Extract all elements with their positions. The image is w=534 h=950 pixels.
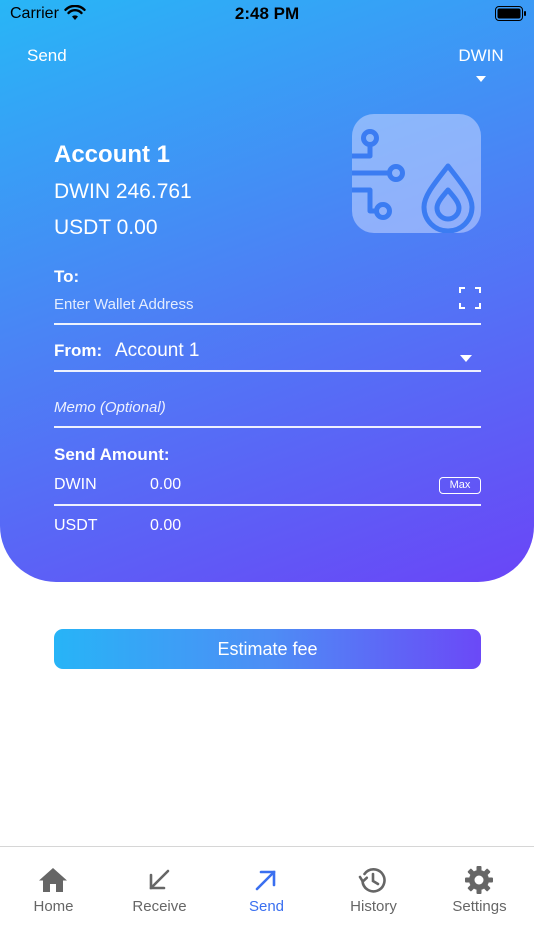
to-label: To: (54, 267, 80, 286)
send-arrow-icon (255, 870, 276, 891)
estimate-fee-button[interactable]: Estimate fee (54, 629, 481, 669)
currency-selector[interactable]: DWIN (452, 46, 510, 86)
account-name: Account 1 (54, 141, 171, 168)
tab-label: History (350, 898, 397, 915)
max-button[interactable]: Max (439, 477, 481, 494)
send-amount-label: Send Amount: (54, 445, 170, 464)
page-title: Send (27, 46, 67, 65)
tab-label: Receive (132, 898, 187, 915)
chevron-down-icon[interactable] (460, 355, 472, 362)
from-label: From: (54, 341, 103, 360)
tab-history[interactable]: History (320, 847, 427, 927)
from-underline (54, 370, 481, 372)
receive-arrow-icon (149, 869, 170, 890)
amount-currency-dwin: DWIN (54, 476, 97, 493)
tab-label: Settings (452, 898, 507, 915)
tab-home[interactable]: Home (0, 847, 107, 927)
gear-icon (465, 866, 493, 894)
tab-label: Home (33, 898, 74, 915)
history-icon (358, 868, 386, 893)
circuit-drop-icon (349, 129, 475, 234)
chevron-down-icon (476, 76, 486, 82)
status-bar: Carrier 2:48 PM (0, 0, 534, 28)
currency-label: DWIN (458, 46, 504, 65)
to-underline (54, 323, 481, 325)
amount-value-usdt: 0.00 (150, 517, 182, 534)
usdt-balance: USDT 0.00 (54, 216, 158, 239)
battery-icon (495, 6, 526, 21)
tab-receive[interactable]: Receive (106, 847, 213, 927)
from-account-select[interactable]: Account 1 (115, 340, 200, 362)
send-card: Carrier 2:48 PM Send DWIN Account 1 DWIN… (0, 0, 534, 582)
scan-qr-icon[interactable] (459, 287, 481, 309)
tab-send[interactable]: Send (213, 847, 320, 927)
tab-settings[interactable]: Settings (426, 847, 533, 927)
amount-underline (54, 504, 481, 506)
dwin-balance: DWIN 246.761 (54, 180, 192, 203)
tab-bar: Home Receive Send History Settings (0, 846, 534, 950)
home-icon (39, 868, 67, 892)
token-logo (349, 114, 481, 234)
tab-label: Send (248, 898, 285, 915)
wallet-address-input[interactable]: Enter Wallet Address (54, 296, 444, 313)
amount-input-dwin[interactable]: 0.00 (150, 476, 181, 494)
memo-underline (54, 426, 481, 428)
send-screen: Carrier 2:48 PM Send DWIN Account 1 DWIN… (0, 0, 534, 950)
amount-currency-usdt: USDT (54, 517, 98, 534)
memo-input[interactable]: Memo (Optional) (54, 399, 166, 416)
status-time: 2:48 PM (234, 4, 300, 23)
